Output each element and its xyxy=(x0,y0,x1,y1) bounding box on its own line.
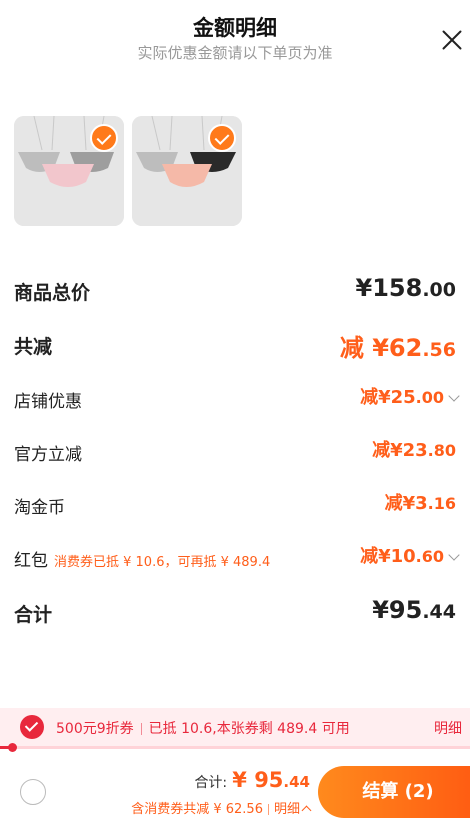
coupon-text: 500元9折券 已抵 10.6,本张券剩 489.4 可用 xyxy=(56,718,350,738)
row-official-discount: 官方立减 减¥23.80 xyxy=(14,434,456,470)
red-packet-note: 消费券已抵 ¥ 10.6，可再抵 ¥ 489.4 xyxy=(54,555,271,570)
footer-total: 合计: ¥ 95.44 xyxy=(194,768,310,792)
page-title: 金额明细 xyxy=(193,16,277,40)
select-all-checkbox[interactable] xyxy=(20,779,46,805)
total-discount-value: 减 ¥62.56 xyxy=(339,334,456,362)
product-thumbnail-1[interactable] xyxy=(14,116,124,226)
row-red-packet[interactable]: 红包 消费券已抵 ¥ 10.6，可再抵 ¥ 489.4 减¥10.60 xyxy=(14,540,460,576)
close-icon[interactable] xyxy=(440,28,464,52)
official-discount-label: 官方立减 xyxy=(14,445,82,465)
coupon-progress xyxy=(0,743,470,752)
coupon-progress-knob xyxy=(8,743,17,752)
total-discount-label: 共减 xyxy=(14,336,53,358)
footer-saved: 含消费券共减 ¥ 62.56 明细 xyxy=(131,798,312,817)
red-packet-value: 减¥10.60 xyxy=(360,542,460,568)
taojinbi-label: 淘金币 xyxy=(14,498,65,518)
row-total-price: 商品总价 ¥158.00 xyxy=(14,272,456,308)
red-packet-label: 红包 消费券已抵 ¥ 10.6，可再抵 ¥ 489.4 xyxy=(14,551,271,571)
row-shop-discount[interactable]: 店铺优惠 减¥25.00 xyxy=(14,381,460,417)
checkout-button[interactable]: 结算 (2) xyxy=(318,766,470,818)
total-price-label: 商品总价 xyxy=(14,282,91,304)
chevron-up-icon[interactable] xyxy=(301,805,312,816)
footer-detail-link[interactable]: 明细 xyxy=(274,802,300,817)
coupon-check-icon[interactable] xyxy=(20,715,44,739)
selected-check-icon xyxy=(208,124,236,152)
coupon-name: 500元9折券 xyxy=(56,721,134,737)
divider xyxy=(140,723,142,735)
sum-value: ¥95.44 xyxy=(372,596,456,624)
footer-saved-text: 含消费券共减 ¥ 62.56 xyxy=(131,802,263,817)
shop-discount-value: 减¥25.00 xyxy=(360,383,460,409)
chevron-down-icon xyxy=(448,549,460,561)
sum-label: 合计 xyxy=(14,604,53,626)
row-taojinbi: 淘金币 减¥3.16 xyxy=(14,487,456,523)
page-subtitle: 实际优惠金额请以下单页为准 xyxy=(137,44,333,62)
footer-total-label: 合计: xyxy=(194,775,228,791)
coupon-bar[interactable]: 500元9折券 已抵 10.6,本张券剩 489.4 可用 明细 xyxy=(0,708,470,746)
row-sum: 合计 ¥95.44 xyxy=(14,594,456,630)
row-total-discount: 共减 减 ¥62.56 xyxy=(14,326,456,362)
divider xyxy=(267,804,269,815)
total-price-value: ¥158.00 xyxy=(355,274,456,302)
coupon-detail-link[interactable]: 明细 xyxy=(434,718,462,738)
chevron-down-icon xyxy=(448,390,460,402)
selected-check-icon xyxy=(90,124,118,152)
footer-total-value: ¥ 95.44 xyxy=(232,768,310,792)
taojinbi-value: 减¥3.16 xyxy=(384,493,456,514)
product-thumbnail-2[interactable] xyxy=(132,116,242,226)
official-discount-value: 减¥23.80 xyxy=(372,440,456,461)
coupon-status: 已抵 10.6,本张券剩 489.4 可用 xyxy=(148,721,350,737)
shop-discount-label: 店铺优惠 xyxy=(14,392,82,412)
